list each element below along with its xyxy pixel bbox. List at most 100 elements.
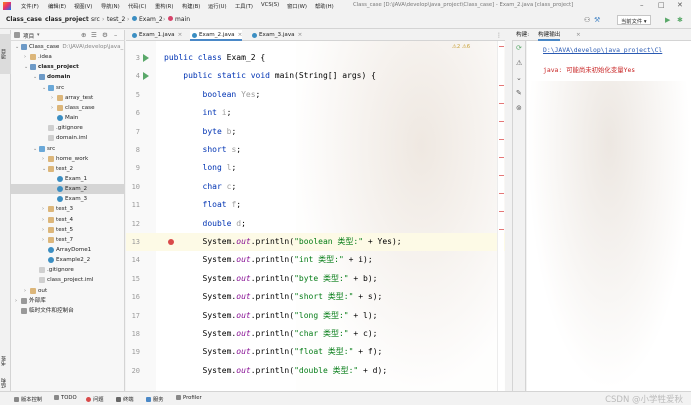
tab-build-output[interactable]: 构建输出 [538, 30, 561, 41]
minimize-icon[interactable]: – [640, 1, 644, 9]
menu-item[interactable]: 编辑(E) [48, 2, 66, 10]
chevron-down-icon[interactable]: ⌄ [24, 62, 28, 72]
run-icon[interactable]: ▶ [665, 16, 670, 24]
code-line[interactable]: 13 System.out.println("boolean 类型:" + Ye… [126, 233, 505, 252]
services-button[interactable]: 服务 [146, 395, 164, 403]
chevron-right-icon[interactable]: › [42, 225, 44, 235]
breadcrumb-src[interactable]: src [91, 16, 100, 23]
tree-item[interactable]: ⌄ class_project [11, 62, 125, 72]
tree-item[interactable]: ⌄ domain [11, 72, 125, 82]
tree-item[interactable]: Exam_2 [11, 184, 125, 195]
chevron-right-icon[interactable]: › [42, 154, 44, 164]
tree-item[interactable]: › test_4 [11, 215, 125, 225]
run-configuration-dropdown[interactable]: 当前文件 ▾ [617, 15, 651, 25]
project-panel-title[interactable]: 项目 [23, 32, 34, 40]
version-control-button[interactable]: 版本控制 [14, 395, 42, 403]
code-line[interactable]: 11 float f; [126, 196, 505, 214]
menu-item[interactable]: VCS(S) [261, 2, 279, 8]
todo-button[interactable]: TODO [54, 395, 77, 401]
breadcrumb-module[interactable]: class_project [45, 16, 89, 23]
chevron-right-icon[interactable]: › [42, 215, 44, 225]
build-error-message[interactable]: java: 可能尚未初始化变量Yes [543, 65, 635, 74]
code-line[interactable]: 14 System.out.println("int 类型:" + i); [126, 251, 505, 269]
tree-item[interactable]: Example2_2 [11, 255, 125, 265]
code-editor[interactable]: 3 public class Exam_2 {4 public static vo… [126, 41, 505, 391]
chevron-down-icon[interactable]: ⌄ [33, 144, 37, 154]
code-line[interactable]: 16 System.out.println("short 类型:" + s); [126, 288, 505, 306]
build-output-path-link[interactable]: D:\JAVA\develop\java_project\Cl [543, 46, 662, 54]
menu-item[interactable]: 重构(R) [155, 2, 173, 10]
chevron-down-icon[interactable]: ⌄ [42, 164, 46, 174]
chevron-right-icon[interactable]: › [24, 286, 26, 296]
filter-icon[interactable]: ⊚ [516, 104, 522, 112]
chevron-right-icon[interactable]: › [42, 204, 44, 214]
debug-icon[interactable]: ✱ [677, 16, 683, 24]
tree-item[interactable]: ⌄ Class_case D:\JAVA\develop\java_ [11, 42, 125, 52]
maximize-icon[interactable]: □ [658, 1, 665, 9]
tree-item[interactable]: › array_test [11, 93, 125, 103]
close-tab-icon[interactable]: × [238, 32, 243, 38]
menu-item[interactable]: 导航(N) [101, 2, 120, 10]
close-tab-icon[interactable]: × [298, 32, 303, 38]
gear-icon[interactable]: ⚙ [102, 31, 108, 39]
menu-item[interactable]: 帮助(H) [315, 2, 334, 10]
add-user-icon[interactable]: ⚇ [584, 16, 590, 24]
menu-item[interactable]: 代码(C) [128, 2, 146, 10]
code-line[interactable]: 20 System.out.println("double 类型:" + d); [126, 362, 505, 380]
tree-item[interactable]: class_project.iml [11, 275, 125, 285]
menu-item[interactable]: 工具(T) [235, 2, 253, 10]
tree-item[interactable]: .gitignore [11, 123, 125, 133]
rebuild-icon[interactable]: ⟳ [516, 44, 522, 52]
collapse-all-icon[interactable]: ☰ [91, 31, 97, 39]
menu-item[interactable]: 窗口(W) [287, 2, 307, 10]
tree-item[interactable]: › test_3 [11, 204, 125, 214]
chevron-right-icon[interactable]: › [51, 93, 53, 103]
pin-icon[interactable]: ✎ [516, 89, 522, 97]
code-line[interactable]: 5 boolean Yes; [126, 86, 505, 104]
breadcrumb-class[interactable]: Exam_2 [132, 16, 163, 23]
chevron-right-icon[interactable]: › [15, 296, 17, 306]
expand-icon[interactable]: ⌄ [516, 74, 522, 82]
tree-item[interactable]: 临时文件和控制台 [11, 306, 125, 316]
chevron-right-icon[interactable]: › [24, 52, 26, 62]
tree-item[interactable]: .gitignore [11, 265, 125, 275]
menu-item[interactable]: 运行(U) [208, 2, 227, 10]
hide-panel-icon[interactable]: – [114, 31, 117, 39]
tree-item[interactable]: › home_work [11, 154, 125, 164]
tree-item[interactable]: Exam_1 [11, 174, 125, 184]
chevron-down-icon[interactable]: ⌄ [42, 83, 46, 93]
tree-item[interactable]: ⌄ src [11, 144, 125, 154]
code-line[interactable]: 8 short s; [126, 141, 505, 159]
breadcrumb-project[interactable]: Class_case [6, 16, 42, 23]
error-stripe[interactable] [497, 41, 504, 391]
problems-button[interactable]: 问题 [86, 395, 104, 403]
structure-tool-tab[interactable]: 结构 [0, 374, 11, 392]
project-tool-tab[interactable]: 项目 [0, 34, 11, 74]
tree-item[interactable]: › out [11, 286, 125, 296]
code-line[interactable]: 9 long l; [126, 159, 505, 177]
tab-exam-2[interactable]: Exam_2.java × [190, 30, 243, 41]
more-tabs-icon[interactable]: ⋮ [496, 32, 502, 39]
chevron-right-icon[interactable]: › [51, 103, 53, 113]
menu-item[interactable]: 文件(F) [21, 2, 39, 10]
run-gutter-icon[interactable] [143, 54, 149, 62]
code-line[interactable]: 17 System.out.println("long 类型:" + l); [126, 307, 505, 325]
code-line[interactable]: 4 public static void main(String[] args)… [126, 67, 505, 85]
tree-item[interactable]: › 外部库 [11, 296, 125, 306]
tree-item[interactable]: › .idea [11, 52, 125, 62]
chevron-down-icon[interactable]: ⌄ [33, 72, 37, 82]
close-icon[interactable]: ✕ [677, 1, 683, 9]
code-line[interactable]: 12 double d; [126, 215, 505, 233]
tree-item[interactable]: Exam_3 [11, 194, 125, 204]
build-hammer-icon[interactable]: ⚒ [594, 16, 600, 24]
bookmarks-tool-tab[interactable]: 书签 [0, 350, 11, 372]
breadcrumb-package[interactable]: test_2 [107, 16, 125, 23]
tree-item[interactable]: domain.iml [11, 133, 125, 143]
code-line[interactable]: 6 int i; [126, 104, 505, 122]
code-line[interactable]: 3 public class Exam_2 { [126, 49, 505, 67]
tab-exam-1[interactable]: Exam_1.java × [130, 30, 182, 41]
chevron-down-icon[interactable]: ⌄ [15, 42, 19, 52]
chevron-right-icon[interactable]: › [42, 235, 44, 245]
locate-icon[interactable]: ⊕ [81, 31, 86, 39]
code-line[interactable]: 15 System.out.println("byte 类型:" + b); [126, 270, 505, 288]
